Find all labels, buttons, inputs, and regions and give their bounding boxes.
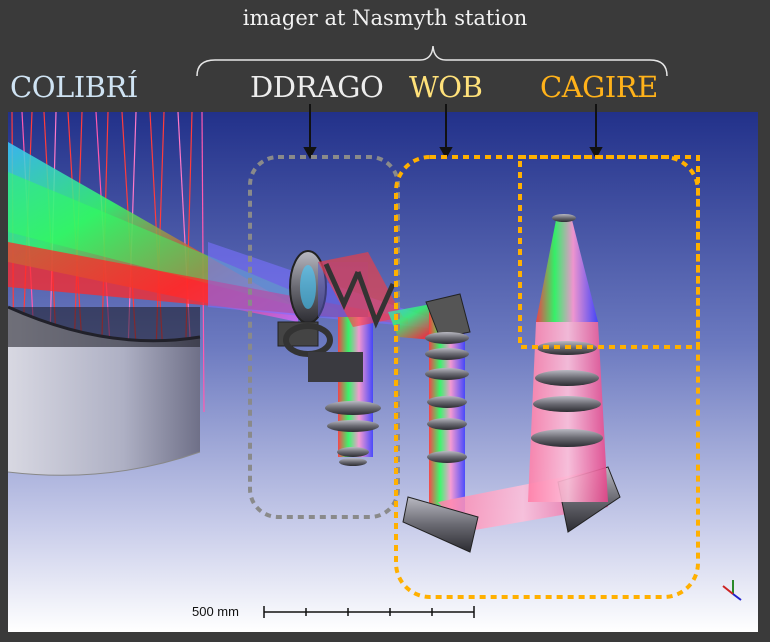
nasmyth-brace: [196, 45, 668, 77]
wob-box: [394, 155, 700, 599]
cagire-box: [518, 155, 700, 349]
ddrago-box: [248, 155, 400, 519]
pointer-arrows: [303, 104, 603, 160]
